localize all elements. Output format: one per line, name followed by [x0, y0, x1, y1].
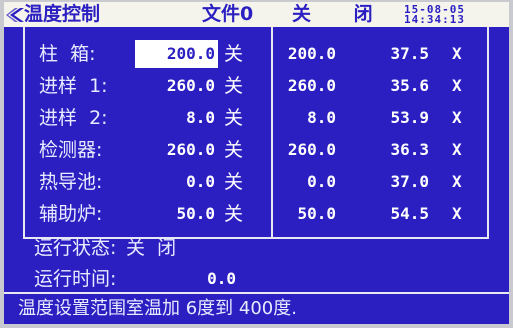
- channel-label: 进样 1:: [39, 75, 108, 97]
- setpoint-input[interactable]: 0.0: [135, 168, 215, 196]
- setpoint-readout: 50.0: [297, 204, 336, 223]
- run-time-value: 0.0: [207, 269, 236, 288]
- channel-label: 柱 箱:: [39, 43, 96, 65]
- actual-temp-readout: 37.0: [390, 172, 429, 191]
- run-status-value: 关 闭: [126, 237, 177, 259]
- actual-temp-readout: 35.6: [390, 76, 429, 95]
- not-ready-flag: X: [452, 140, 462, 159]
- heater-state[interactable]: 关: [224, 72, 243, 100]
- run-time-label: 运行时间:: [34, 268, 117, 290]
- setpoint-input[interactable]: 50.0: [135, 200, 215, 228]
- setpoint-readout: 260.0: [287, 76, 336, 95]
- channel-label: 进样 2:: [39, 107, 108, 129]
- channel-label: 检测器:: [39, 139, 103, 161]
- heater-state[interactable]: 关: [224, 168, 243, 196]
- setpoint-readout: 200.0: [287, 44, 336, 63]
- footer-message-bar: 温度设置范围室温加 6度到 400度.: [4, 294, 509, 324]
- screen-title: 温度控制: [24, 3, 101, 25]
- channel-label: 辅助炉:: [39, 203, 103, 225]
- setpoint-readout: 0.0: [307, 172, 336, 191]
- heater-state[interactable]: 关: [224, 40, 243, 68]
- setpoint-readout: 260.0: [287, 140, 336, 159]
- title-bar: 温度控制 文件0 关 闭 15-08-05 14:34:13: [4, 2, 509, 27]
- heater-state[interactable]: 关: [224, 136, 243, 164]
- time-display: 14:34:13: [404, 13, 465, 26]
- setpoint-readout: 8.0: [307, 108, 336, 127]
- file-indicator[interactable]: 文件0: [202, 2, 253, 27]
- not-ready-flag: X: [452, 204, 462, 223]
- heater-state[interactable]: 关: [224, 200, 243, 228]
- not-ready-flag: X: [452, 44, 462, 63]
- instrument-logo-icon: [6, 8, 24, 22]
- setpoint-input[interactable]: 260.0: [135, 72, 215, 100]
- footer-message: 温度设置范围室温加 6度到 400度.: [18, 298, 297, 319]
- not-ready-flag: X: [452, 76, 462, 95]
- setpoint-input[interactable]: 200.0: [135, 40, 218, 68]
- header-status: 关 闭: [292, 3, 391, 25]
- actual-temp-readout: 53.9: [390, 108, 429, 127]
- instrument-screen: 温度控制 文件0 关 闭 15-08-05 14:34:13 柱 箱: 200.…: [4, 2, 509, 324]
- setpoint-input[interactable]: 8.0: [135, 104, 215, 132]
- actual-temp-readout: 36.3: [390, 140, 429, 159]
- heater-state[interactable]: 关: [224, 104, 243, 132]
- setpoint-input[interactable]: 260.0: [135, 136, 215, 164]
- channel-label: 热导池:: [39, 171, 103, 193]
- actual-temp-readout: 37.5: [390, 44, 429, 63]
- run-status-label: 运行状态:: [34, 237, 117, 259]
- actual-temp-readout: 54.5: [390, 204, 429, 223]
- not-ready-flag: X: [452, 172, 462, 191]
- not-ready-flag: X: [452, 108, 462, 127]
